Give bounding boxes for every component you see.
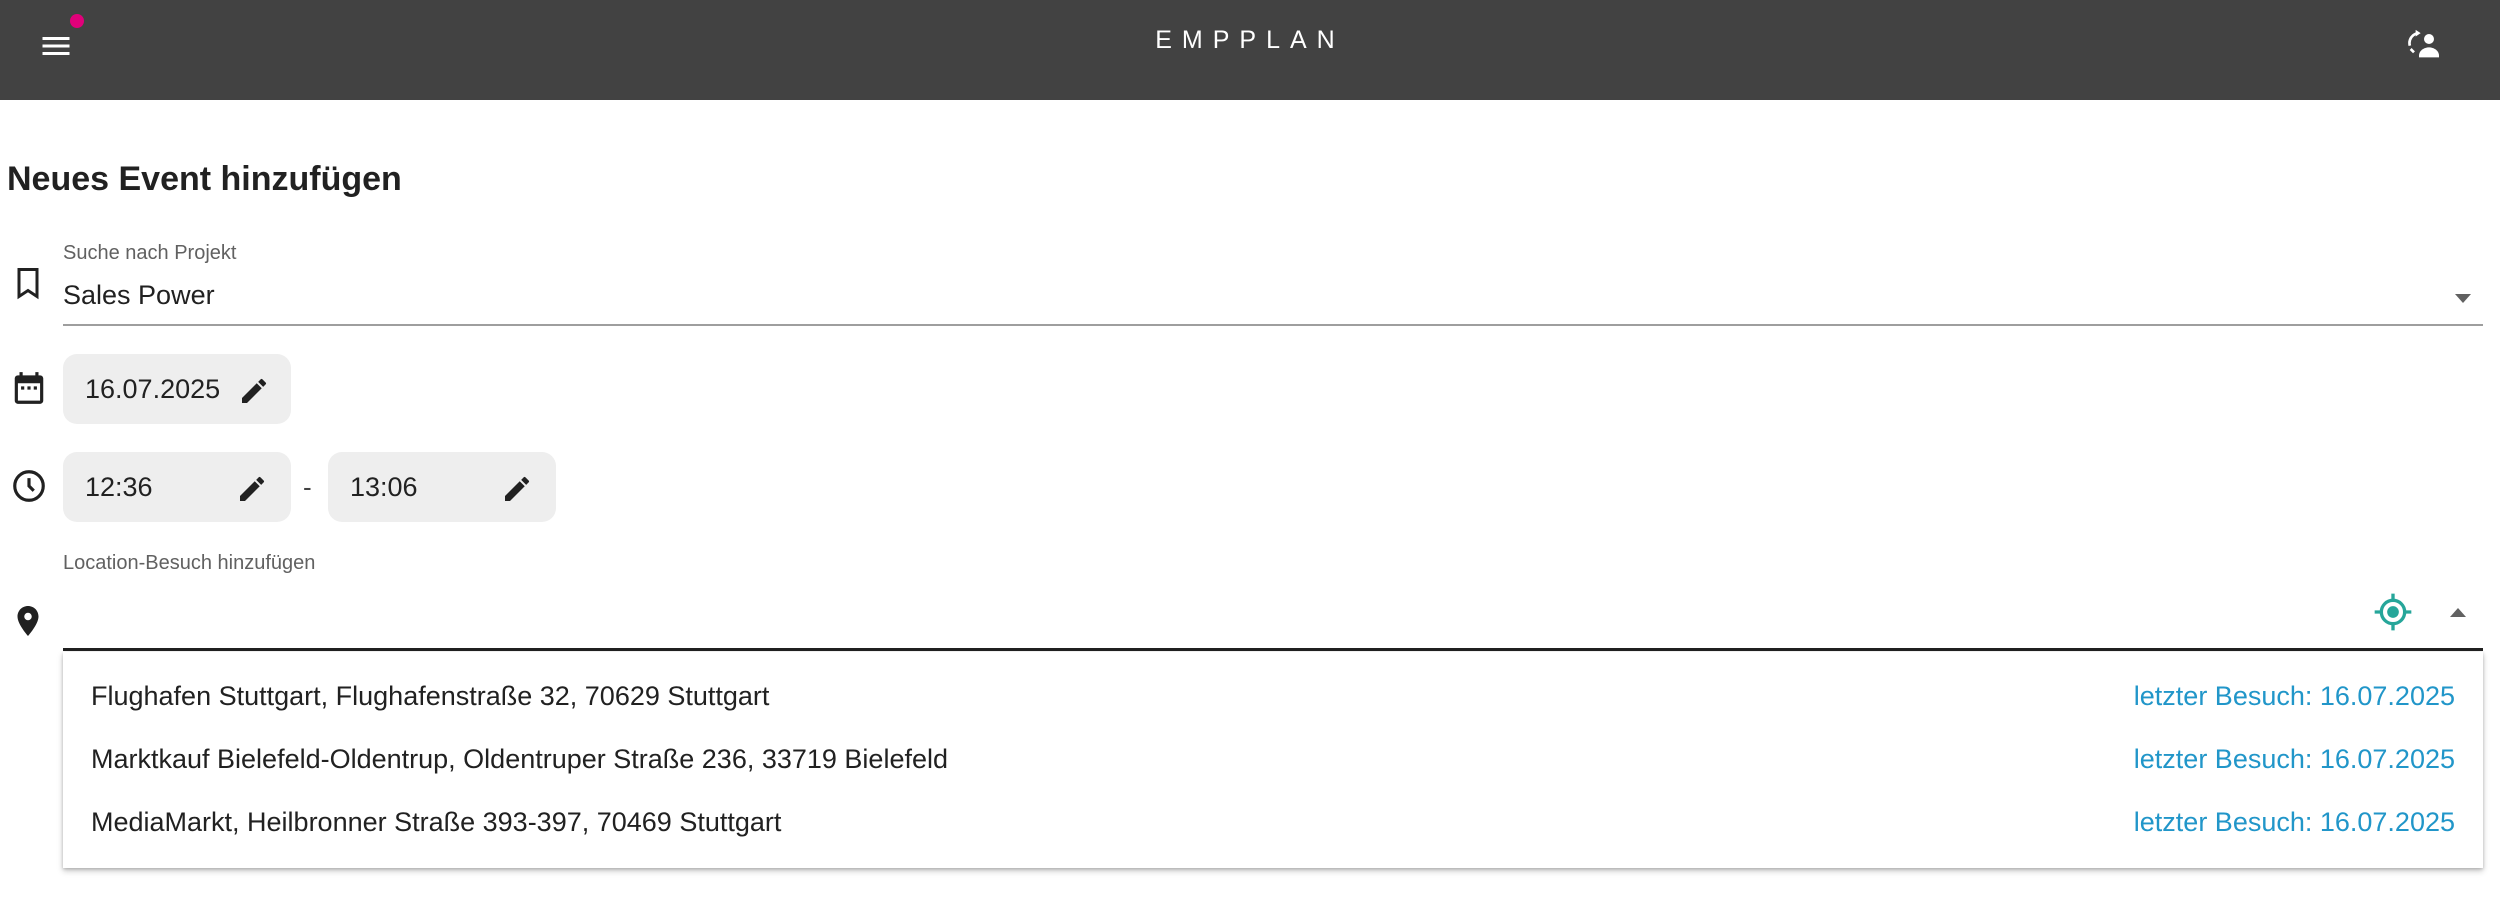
suggestion-item[interactable]: Flughafen Stuttgart, Flughafenstraße 32,… (63, 663, 2483, 726)
switch-user-button[interactable] (2404, 24, 2444, 64)
location-suggestions-list: Flughafen Stuttgart, Flughafenstraße 32,… (63, 652, 2483, 868)
current-location-button[interactable] (2373, 592, 2413, 632)
app-bar: EMPPLAN (0, 0, 2500, 100)
dropdown-arrow-icon (2455, 294, 2471, 303)
suggestion-address: MediaMarkt, Heilbronner Straße 393-397, … (91, 807, 782, 837)
suggestion-item[interactable]: MediaMarkt, Heilbronner Straße 393-397, … (63, 789, 2483, 852)
project-select-value: Sales Power (63, 280, 215, 310)
end-time-chip[interactable]: 13:06 (328, 452, 556, 522)
edit-end-time-icon[interactable] (501, 473, 533, 505)
date-picker-chip[interactable]: 16.07.2025 (63, 354, 291, 424)
suggestion-address: Flughafen Stuttgart, Flughafenstraße 32,… (91, 681, 770, 711)
suggestion-last-visit: letzter Besuch: 16.07.2025 (2133, 681, 2455, 711)
start-time-value: 12:36 (85, 472, 153, 502)
crosshair-icon (2374, 593, 2412, 631)
location-pin-icon (17, 606, 39, 636)
page-title: Neues Event hinzufügen (7, 160, 402, 198)
time-separator: - (303, 472, 312, 502)
suggestion-last-visit: letzter Besuch: 16.07.2025 (2133, 744, 2455, 774)
suggestion-item[interactable]: Marktkauf Bielefeld-Oldentrup, Oldentrup… (63, 726, 2483, 789)
bookmark-icon (17, 268, 39, 300)
date-value: 16.07.2025 (85, 374, 221, 404)
user-switch-icon (2408, 29, 2439, 58)
project-select[interactable]: Sales Power (63, 266, 2483, 326)
app-title: EMPPLAN (1155, 26, 1345, 54)
location-visit-label: Location-Besuch hinzufügen (63, 552, 316, 574)
suggestion-last-visit: letzter Besuch: 16.07.2025 (2133, 807, 2455, 837)
clock-icon (13, 470, 45, 502)
calendar-icon (14, 372, 44, 404)
suggestion-address: Marktkauf Bielefeld-Oldentrup, Oldentrup… (91, 744, 948, 774)
start-time-chip[interactable]: 12:36 (63, 452, 291, 522)
project-search-label: Suche nach Projekt (63, 242, 237, 264)
edit-start-time-icon[interactable] (236, 473, 268, 505)
edit-date-icon[interactable] (238, 375, 270, 407)
end-time-value: 13:06 (350, 472, 418, 502)
location-input[interactable] (63, 592, 2347, 638)
location-field[interactable] (63, 582, 2483, 651)
collapse-arrow-icon[interactable] (2448, 606, 2468, 618)
